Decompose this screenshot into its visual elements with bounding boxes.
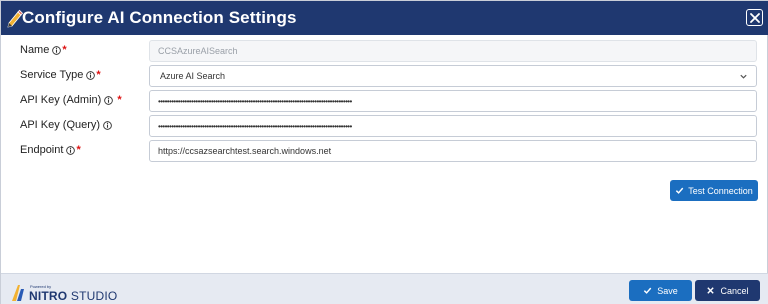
check-icon bbox=[676, 187, 684, 194]
info-icon[interactable] bbox=[104, 95, 114, 105]
cancel-label: Cancel bbox=[720, 285, 749, 296]
name-field[interactable]: CCSAzureAISearch bbox=[149, 40, 757, 62]
required-asterisk: * bbox=[76, 144, 81, 156]
endpoint-input[interactable]: https://ccsazsearchtest.search.windows.n… bbox=[149, 140, 757, 162]
name-row: Name * CCSAzureAISearch bbox=[1, 40, 768, 62]
save-button[interactable]: Save bbox=[629, 280, 692, 301]
service-type-value: Azure AI Search bbox=[160, 71, 226, 81]
name-label-group: Name * bbox=[20, 44, 67, 56]
endpoint-label-group: Endpoint * bbox=[20, 144, 81, 156]
api-key-query-label-group: API Key (Query) bbox=[20, 119, 112, 131]
api-key-query-value: ••••••••••••••••••••••••••••••••••••••••… bbox=[158, 121, 352, 131]
info-icon[interactable] bbox=[52, 45, 62, 55]
endpoint-row: Endpoint * https://ccsazsearchtest.searc… bbox=[1, 140, 768, 162]
required-asterisk: * bbox=[96, 69, 101, 81]
service-type-select[interactable]: Azure AI Search bbox=[149, 65, 757, 87]
api-key-query-input[interactable]: ••••••••••••••••••••••••••••••••••••••••… bbox=[149, 115, 757, 137]
close-button[interactable] bbox=[746, 9, 763, 26]
nitro-logo-icon bbox=[12, 285, 24, 301]
info-icon[interactable] bbox=[86, 70, 96, 80]
api-key-admin-label-group: API Key (Admin) * bbox=[20, 94, 122, 106]
api-key-query-label: API Key (Query) bbox=[20, 119, 101, 131]
service-type-row: Service Type * Azure AI Search bbox=[1, 65, 768, 87]
required-asterisk: * bbox=[117, 94, 122, 106]
endpoint-value: https://ccsazsearchtest.search.windows.n… bbox=[158, 146, 332, 156]
save-label: Save bbox=[657, 285, 678, 296]
brand-main-text: NITRO bbox=[29, 289, 68, 303]
close-icon bbox=[749, 12, 760, 23]
cancel-button[interactable]: Cancel bbox=[695, 280, 760, 301]
dialog-footer: Powered by NITRO STUDIO Save Cancel bbox=[1, 273, 768, 304]
api-key-admin-input[interactable]: ••••••••••••••••••••••••••••••••••••••••… bbox=[149, 90, 757, 112]
info-icon[interactable] bbox=[66, 145, 76, 155]
api-key-admin-label: API Key (Admin) bbox=[20, 94, 102, 106]
close-icon bbox=[707, 287, 715, 294]
api-key-admin-value: ••••••••••••••••••••••••••••••••••••••••… bbox=[158, 96, 352, 106]
dialog-title: Configure AI Connection Settings bbox=[22, 8, 297, 27]
test-connection-button[interactable]: Test Connection bbox=[670, 180, 758, 201]
service-type-label-group: Service Type * bbox=[20, 69, 101, 81]
endpoint-label: Endpoint bbox=[20, 144, 64, 156]
name-label: Name bbox=[20, 44, 50, 56]
service-type-label: Service Type bbox=[20, 69, 84, 81]
required-asterisk: * bbox=[62, 44, 67, 56]
nitro-studio-logo: Powered by NITRO STUDIO bbox=[10, 278, 117, 302]
test-connection-label: Test Connection bbox=[688, 185, 753, 196]
api-key-query-row: API Key (Query) ••••••••••••••••••••••••… bbox=[1, 115, 768, 137]
brand-sub-text: STUDIO bbox=[70, 289, 118, 303]
info-icon[interactable] bbox=[103, 120, 112, 130]
check-icon bbox=[644, 287, 652, 294]
api-key-admin-row: API Key (Admin) * ••••••••••••••••••••••… bbox=[1, 90, 768, 112]
chevron-down-icon bbox=[740, 74, 747, 79]
name-value: CCSAzureAISearch bbox=[158, 46, 238, 56]
configure-ai-connection-dialog: Configure AI Connection Settings Name * … bbox=[0, 0, 768, 304]
dialog-titlebar: Configure AI Connection Settings bbox=[1, 1, 768, 35]
